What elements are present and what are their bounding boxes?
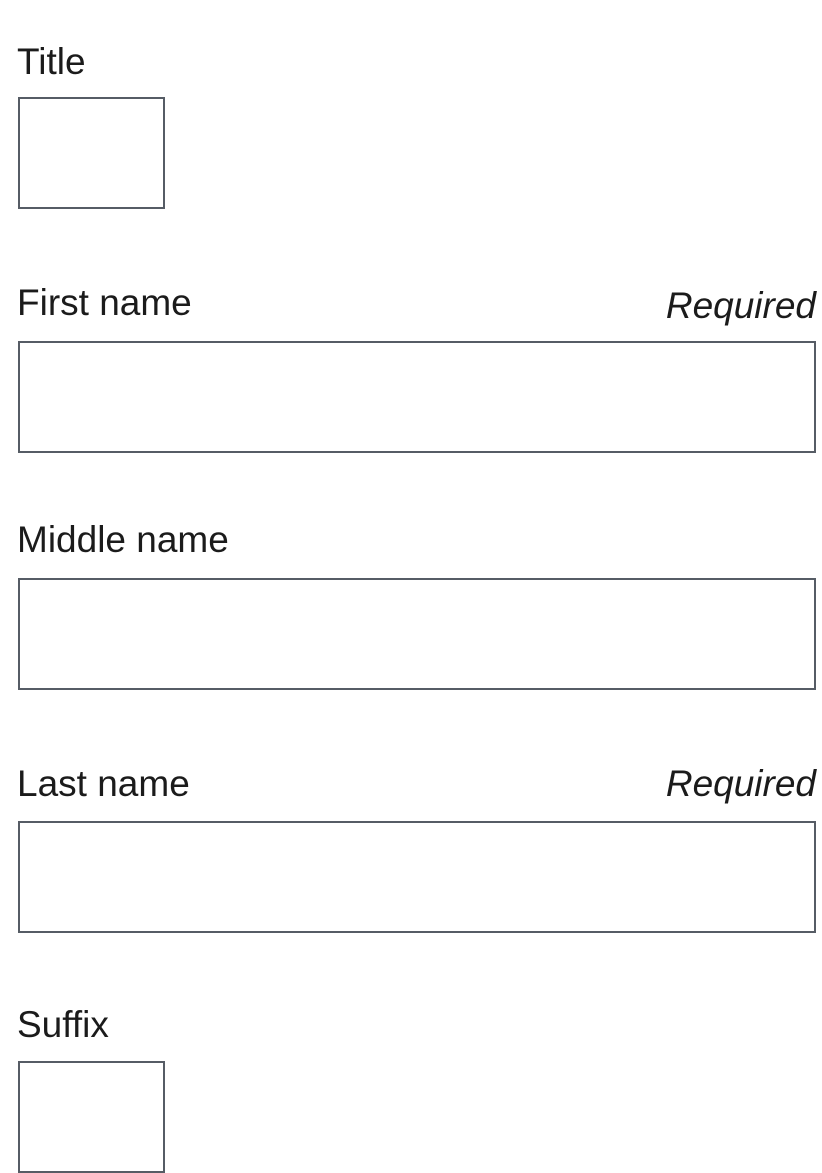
first-name-input[interactable] [18,341,816,453]
last-name-input[interactable] [18,821,816,933]
first-name-label: First name [17,282,192,323]
middle-name-label: Middle name [17,519,229,560]
title-label: Title [17,41,86,82]
last-name-required-hint: Required [665,763,816,804]
suffix-input[interactable] [18,1061,165,1173]
last-name-label: Last name [17,763,190,804]
name-form: Title First name Required Middle name La… [0,0,822,1173]
suffix-label: Suffix [17,1004,109,1045]
title-input[interactable] [18,97,165,209]
first-name-required-hint: Required [665,285,816,326]
middle-name-input[interactable] [18,578,816,690]
